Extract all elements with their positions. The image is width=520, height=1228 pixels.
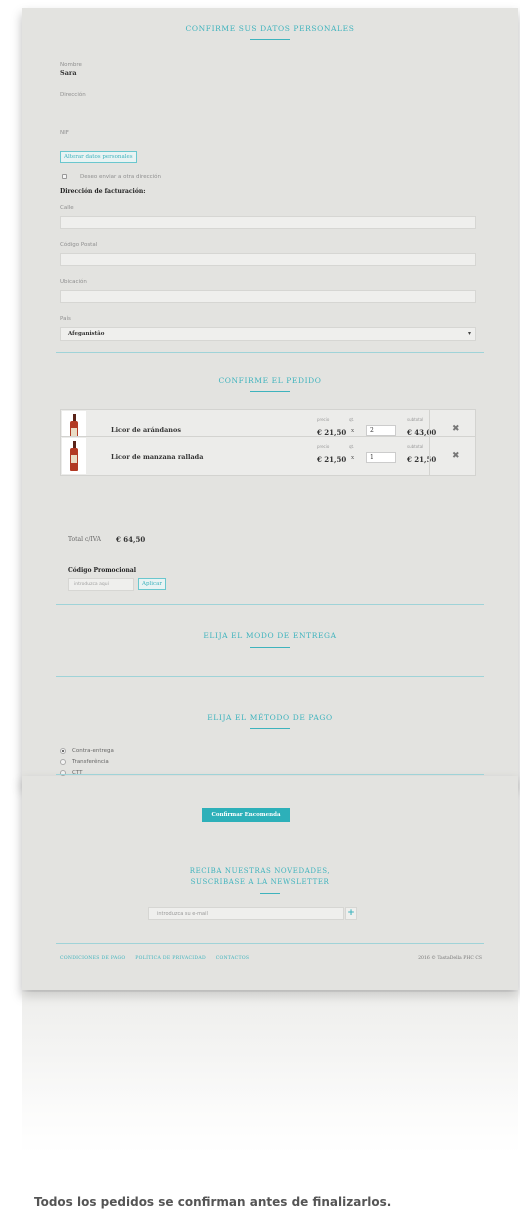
remove-item-icon[interactable]: ✖ <box>452 451 460 461</box>
country-label: País <box>60 316 71 322</box>
payment-option-transfer-radio[interactable] <box>60 759 66 765</box>
promo-code-input[interactable]: introduzca aquí <box>68 578 134 591</box>
delivery-section-title: ELIJA EL MODO DE ENTREGA <box>203 631 337 640</box>
country-select[interactable]: Afeganistão ▾ <box>60 327 476 341</box>
change-personal-data-button[interactable]: Alterar datos personales <box>60 151 137 163</box>
promo-code-label: Código Promocional <box>68 567 137 574</box>
subtotal-header: subtotal <box>407 444 424 449</box>
cart-item: Licor de manzana rallada precio qt. subt… <box>60 436 476 476</box>
title-underline <box>250 39 290 40</box>
quantity-input[interactable]: 1 <box>366 452 396 463</box>
quantity-input[interactable]: 2 <box>366 425 396 436</box>
location-label: Ubicación <box>60 279 87 285</box>
section-divider <box>56 352 484 353</box>
title-underline <box>250 647 290 648</box>
payment-option-ctt-radio[interactable] <box>60 770 66 776</box>
subtotal-header: subtotal <box>407 417 424 422</box>
product-price: € 21,50 <box>317 455 347 464</box>
caption-text: Todos los pedidos se confirman antes de … <box>34 1195 392 1209</box>
promo-placeholder: introduzca aquí <box>74 582 109 587</box>
order-section-title: CONFIRME EL PEDIDO <box>218 376 322 385</box>
payment-section-title: ELIJA EL MÉTODO DE PAGO <box>207 713 333 722</box>
qty-header: qt. <box>349 444 355 449</box>
newsletter-email-input[interactable]: introduzca su e-mail <box>148 907 344 920</box>
product-thumbnail <box>62 438 86 474</box>
billing-heading: Dirección de facturación: <box>60 188 146 195</box>
street-label: Calle <box>60 205 74 211</box>
location-field[interactable] <box>60 290 476 303</box>
name-value: Sara <box>60 69 77 77</box>
street-field[interactable] <box>60 216 476 229</box>
qty-header: qt. <box>349 417 355 422</box>
section-divider <box>56 676 484 677</box>
payment-option-label: Transferência <box>72 759 109 765</box>
apply-promo-button[interactable]: Aplicar <box>138 578 166 590</box>
chevron-down-icon: ▾ <box>467 330 471 337</box>
ship-other-address-checkbox[interactable] <box>62 174 67 179</box>
name-label: Nombre <box>60 62 82 68</box>
title-underline <box>250 391 290 392</box>
postal-code-field[interactable] <box>60 253 476 266</box>
product-name: Licor de arándanos <box>111 426 182 434</box>
total-value: € 64,50 <box>116 535 146 544</box>
section-divider <box>56 604 484 605</box>
page-reflection <box>22 786 518 1166</box>
postal-code-label: Código Postal <box>60 242 98 248</box>
address-label: Dirección <box>60 92 86 98</box>
payment-option-label: Contra-entrega <box>72 748 114 754</box>
total-label: Total c/IVA <box>68 536 101 543</box>
payment-option-cod-radio[interactable] <box>60 748 66 754</box>
times-sign: x <box>351 455 355 461</box>
product-name: Licor de manzana rallada <box>111 453 204 461</box>
newsletter-subscribe-button[interactable]: + <box>345 907 357 920</box>
bottle-image <box>70 441 78 471</box>
product-subtotal: € 21,50 <box>407 455 437 464</box>
checkout-page: CONFIRME SUS DATOS PERSONALES Nombre Sar… <box>22 8 518 784</box>
ship-other-address-label: Deseo enviar a otra dirección <box>80 174 162 180</box>
price-header: precio <box>317 417 330 422</box>
country-value: Afeganistão <box>68 331 105 337</box>
nif-label: NIF <box>60 130 69 136</box>
personal-section-title: CONFIRME SUS DATOS PERSONALES <box>185 24 355 33</box>
price-header: precio <box>317 444 330 449</box>
cell-divider <box>429 437 430 475</box>
payment-option-label: CTT <box>72 770 83 776</box>
times-sign: x <box>351 428 355 434</box>
title-underline <box>250 728 290 729</box>
mockup-card: CONFIRME SUS DATOS PERSONALES Nombre Sar… <box>0 0 520 1228</box>
remove-item-icon[interactable]: ✖ <box>452 424 460 434</box>
confirm-order-button[interactable]: Confirmar Encomenda <box>202 808 290 822</box>
